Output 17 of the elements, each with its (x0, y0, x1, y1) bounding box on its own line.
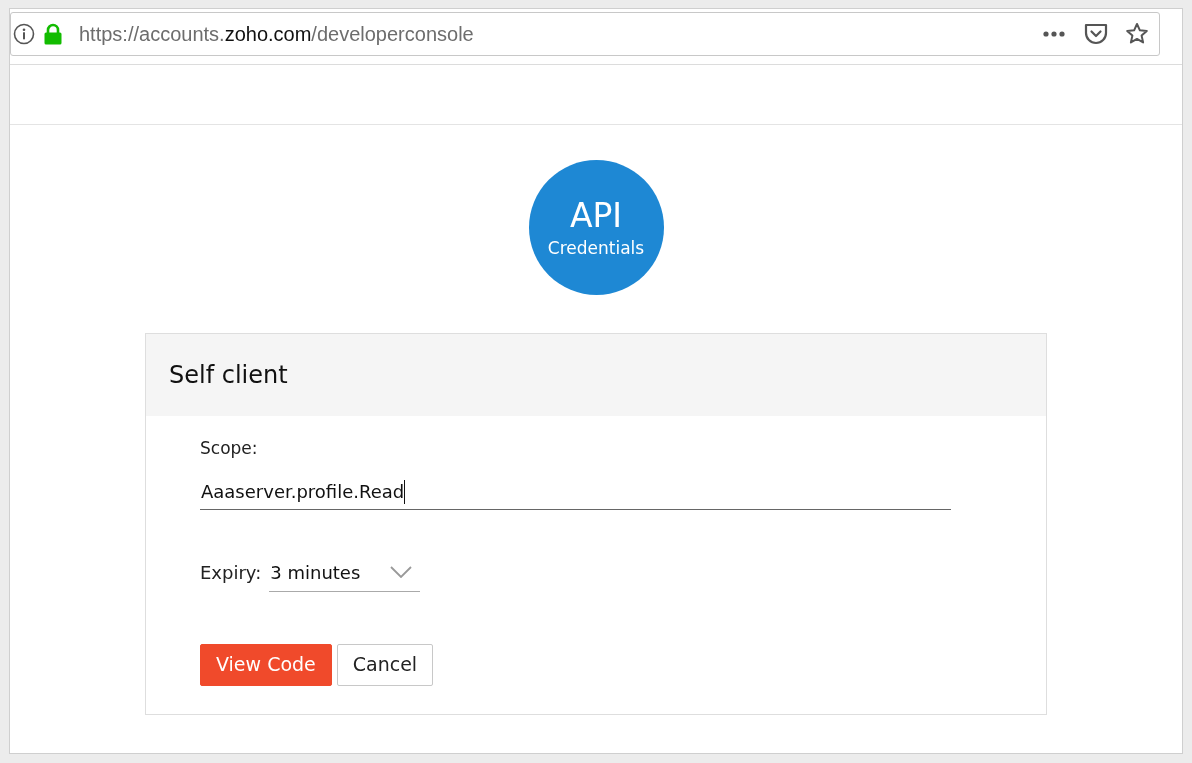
expiry-label: Expiry: (200, 561, 262, 585)
scope-input[interactable]: Aaaserver.profile.Read (200, 475, 951, 510)
expiry-dropdown[interactable]: 3 minutes (269, 553, 421, 592)
card-title: Self client (169, 360, 288, 391)
scope-label: Scope: (200, 437, 259, 460)
more-icon[interactable] (1042, 30, 1066, 38)
url-text[interactable]: https://accounts.zoho.com/developerconsole (79, 19, 474, 49)
padlock-icon[interactable] (43, 23, 63, 45)
info-icon[interactable] (13, 23, 35, 45)
address-bar[interactable]: https://accounts.zoho.com/developerconsole (10, 12, 1160, 56)
badge-subtitle: Credentials (547, 236, 645, 259)
chevron-down-icon (390, 566, 413, 578)
view-code-button[interactable]: View Code (200, 643, 332, 686)
pocket-icon[interactable] (1084, 23, 1108, 45)
cancel-button[interactable]: Cancel (336, 643, 434, 686)
star-icon[interactable] (1125, 22, 1149, 46)
badge-title: API (569, 196, 623, 235)
